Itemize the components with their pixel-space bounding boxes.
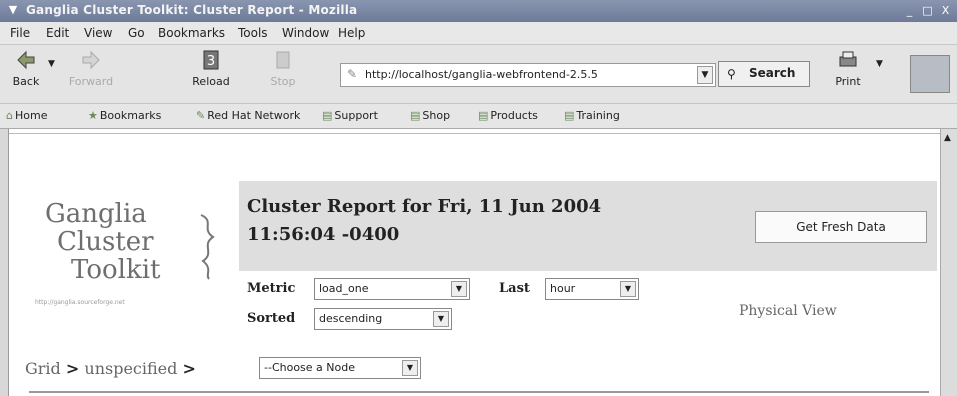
link-icon: ✎: [196, 109, 206, 122]
menu-window[interactable]: Window: [282, 26, 329, 40]
physical-view-link[interactable]: Physical View: [739, 303, 837, 319]
page-content: Ganglia Cluster Toolkit http://ganglia.s…: [8, 129, 941, 396]
window-title: Ganglia Cluster Toolkit: Cluster Report …: [26, 3, 358, 17]
node-select-value: --Choose a Node: [264, 361, 355, 374]
menu-file[interactable]: File: [10, 26, 30, 40]
bookmark-shop[interactable]: ▤ Shop: [410, 109, 450, 122]
bookmarks-toolbar: ⌂ Home ★ Bookmarks ✎ Red Hat Network ▤ Suppo…: [0, 104, 957, 129]
chevron-down-icon: ▼: [402, 360, 418, 376]
menu-bar: File Edit View Go Bookmarks Tools Window…: [0, 22, 957, 45]
stop-label: Stop: [270, 75, 296, 88]
menu-bookmarks[interactable]: Bookmarks: [158, 26, 225, 40]
back-label: Back: [12, 75, 40, 88]
bookmark-training[interactable]: ▤ Training: [564, 109, 620, 122]
content-top-border: [9, 129, 941, 134]
metric-select-value: load_one: [319, 282, 369, 295]
maximize-button[interactable]: □: [920, 3, 935, 18]
url-dropdown-icon[interactable]: ▼: [697, 66, 713, 84]
search-icon: ⚲: [727, 67, 736, 81]
last-label: Last: [499, 281, 530, 296]
stop-icon: [276, 51, 290, 69]
breadcrumb: Grid > unspecified >: [25, 359, 196, 378]
svg-text:3: 3: [207, 54, 215, 69]
bookmark-red-hat-network[interactable]: ✎ Red Hat Network: [196, 109, 300, 122]
back-dropdown-icon[interactable]: ▼: [48, 59, 55, 69]
folder-icon: ▤: [478, 109, 489, 122]
bookmark-icon: ★: [88, 109, 98, 122]
folder-icon: ▤: [564, 109, 575, 122]
navigation-toolbar: Back ▼ Forward 3 Reload Stop ✎ http://lo…: [0, 45, 957, 104]
stop-button[interactable]: Stop: [266, 49, 300, 88]
forward-button[interactable]: Forward: [64, 49, 118, 88]
folder-icon: ▤: [322, 109, 333, 122]
back-button[interactable]: Back: [6, 49, 46, 88]
window-title-bar: ▼ Ganglia Cluster Toolkit: Cluster Repor…: [0, 0, 957, 22]
sorted-label: Sorted: [247, 311, 296, 326]
bookmark-bookmarks[interactable]: ★ Bookmarks: [88, 109, 161, 122]
breadcrumb-cluster[interactable]: unspecified: [84, 359, 177, 378]
breadcrumb-separator: >: [182, 359, 196, 378]
url-text[interactable]: http://localhost/ganglia-webfrontend-2.5…: [365, 68, 695, 81]
menu-tools[interactable]: Tools: [238, 26, 268, 40]
logo-url: http://ganglia.sourceforge.net: [35, 299, 125, 306]
printer-icon: [839, 51, 857, 67]
divider: [29, 391, 929, 393]
chevron-down-icon: ▼: [620, 281, 636, 297]
sorted-select-value: descending: [319, 312, 383, 325]
metric-select[interactable]: load_one ▼: [314, 278, 470, 300]
chevron-down-icon[interactable]: ▼: [6, 3, 20, 17]
logo-line-3: Toolkit: [71, 255, 161, 285]
menu-edit[interactable]: Edit: [46, 26, 69, 40]
vertical-scrollbar[interactable]: ▲: [940, 129, 957, 396]
print-label: Print: [835, 75, 861, 88]
close-button[interactable]: X: [938, 3, 953, 18]
logo-line-1: Ganglia: [45, 199, 147, 229]
report-title: Cluster Report for Fri, 11 Jun 2004 11:5…: [247, 196, 602, 245]
home-icon: ⌂: [6, 109, 13, 122]
node-select[interactable]: --Choose a Node ▼: [259, 357, 421, 379]
metric-label: Metric: [247, 281, 296, 296]
back-arrow-icon: [17, 50, 35, 70]
search-button[interactable]: ⚲ Search: [718, 61, 810, 87]
logo-decoration-icon: [200, 214, 215, 280]
reload-icon: 3: [203, 50, 219, 70]
chevron-down-icon: ▼: [433, 311, 449, 327]
reload-button[interactable]: 3 Reload: [184, 49, 238, 88]
ganglia-logo[interactable]: Ganglia Cluster Toolkit http://ganglia.s…: [27, 191, 227, 311]
forward-arrow-icon: [82, 50, 100, 70]
sorted-select[interactable]: descending ▼: [314, 308, 452, 330]
menu-go[interactable]: Go: [128, 26, 145, 40]
bookmark-home[interactable]: ⌂ Home: [6, 109, 47, 122]
url-bar[interactable]: ✎ http://localhost/ganglia-webfrontend-2…: [340, 63, 716, 87]
chevron-down-icon: ▼: [451, 281, 467, 297]
print-button[interactable]: Print: [828, 49, 868, 88]
logo-line-2: Cluster: [57, 227, 154, 257]
menu-view[interactable]: View: [84, 26, 112, 40]
minimize-button[interactable]: _: [902, 3, 917, 18]
print-dropdown-icon[interactable]: ▼: [876, 59, 883, 69]
bookmark-support[interactable]: ▤ Support: [322, 109, 378, 122]
last-select-value: hour: [550, 282, 576, 295]
menu-help[interactable]: Help: [338, 26, 365, 40]
search-label: Search: [749, 66, 796, 80]
forward-label: Forward: [68, 75, 114, 88]
browser-throbber-icon[interactable]: [910, 55, 950, 93]
get-fresh-data-button[interactable]: Get Fresh Data: [755, 211, 927, 243]
page-icon: ✎: [347, 67, 358, 81]
last-select[interactable]: hour ▼: [545, 278, 639, 300]
bookmark-products[interactable]: ▤ Products: [478, 109, 538, 122]
breadcrumb-separator: >: [65, 359, 80, 378]
breadcrumb-grid[interactable]: Grid: [25, 359, 61, 378]
report-header: Cluster Report for Fri, 11 Jun 2004 11:5…: [239, 181, 937, 271]
scroll-up-icon[interactable]: ▲: [944, 133, 951, 143]
folder-icon: ▤: [410, 109, 421, 122]
reload-label: Reload: [192, 75, 230, 88]
